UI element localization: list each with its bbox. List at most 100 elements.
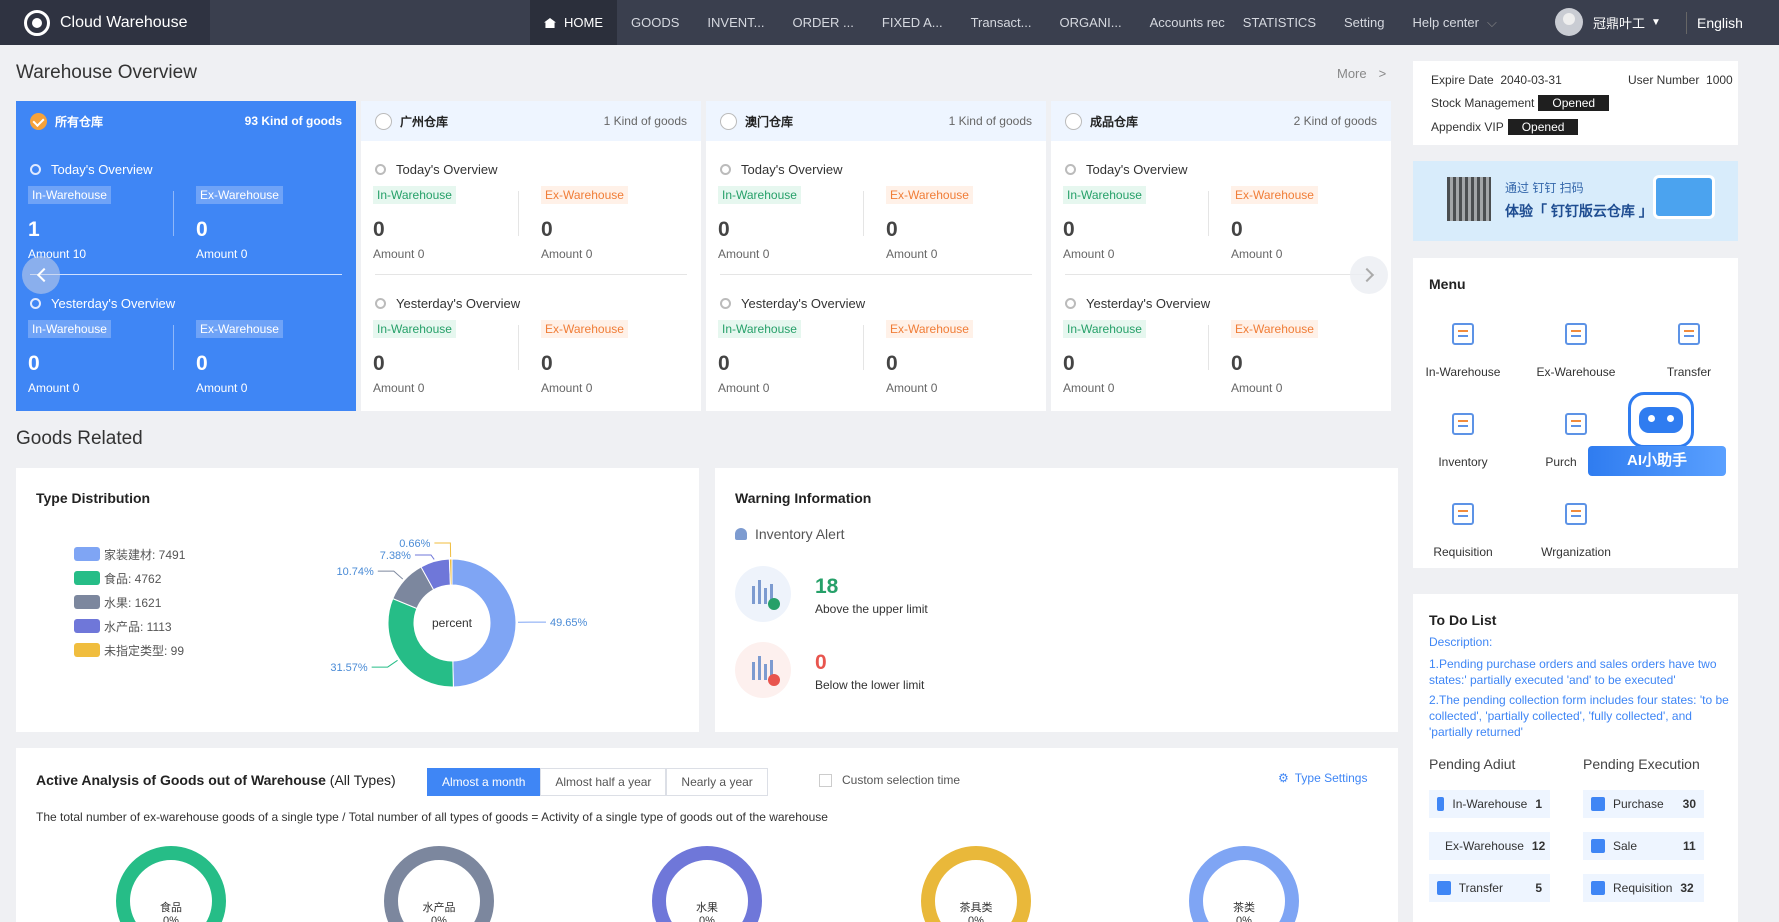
ring-type-name: 水果 [696, 902, 718, 914]
todo-count: 11 [1683, 839, 1696, 853]
ring-type-name: 茶类 [1233, 902, 1255, 914]
alarm-icon [735, 528, 747, 540]
ai-assistant-widget[interactable]: AI小助手 [1588, 380, 1728, 490]
carousel-prev-button[interactable] [22, 256, 60, 294]
donut-slice[interactable] [387, 597, 454, 688]
nav-inventory[interactable]: INVENT... [693, 0, 778, 45]
todo-desc-label: Description: [1429, 635, 1493, 649]
warehouse-card-header: 澳门仓库 1 Kind of goods [706, 101, 1046, 141]
yesterday-in-amount: Amount 0 [718, 381, 770, 395]
main-nav: HOME GOODS INVENT... ORDER ... FIXED A..… [530, 0, 1511, 45]
exec-sale[interactable]: Sale 11 [1583, 832, 1704, 860]
clock-icon [30, 164, 41, 175]
nav-statistics[interactable]: STATISTICS [1229, 0, 1330, 45]
today-ex-count: 0 [1231, 218, 1243, 241]
expire-value: 2040-03-31 [1500, 73, 1562, 87]
carousel-next-button[interactable] [1350, 256, 1388, 294]
menu-inventory[interactable]: Inventory [1413, 413, 1513, 469]
type-distribution-panel: Type Distribution 家装建材: 7491 食品: 4762 水果: … [16, 468, 699, 732]
clock-icon [375, 298, 386, 309]
radio-icon[interactable] [375, 112, 392, 130]
divider [173, 191, 174, 236]
divider [173, 325, 174, 370]
nav-fixed-assets[interactable]: FIXED A... [868, 0, 957, 45]
custom-time-checkbox[interactable]: Custom selection time [819, 773, 960, 787]
ex-warehouse-tag: Ex-Warehouse [1231, 320, 1318, 338]
warehouse-card[interactable]: 广州仓库 1 Kind of goods Today's Overview In-Wa… [361, 101, 701, 411]
warehouse-card[interactable]: 所有仓库 93 Kind of goods Today's Overview In-W… [16, 101, 356, 411]
yesterday-in-count: 0 [718, 352, 730, 375]
today-in-amount: Amount 0 [1063, 247, 1115, 261]
clock-icon [375, 164, 386, 175]
nav-organization[interactable]: ORGANI... [1046, 0, 1136, 45]
yesterday-overview-label: Yesterday's Overview [396, 296, 521, 311]
type-distribution-donut: 49.65% 31.57% 10.74% 7.38%0.66% percent [330, 538, 588, 688]
range-half-year-button[interactable]: Almost half a year [540, 768, 667, 796]
radio-icon[interactable] [1065, 112, 1082, 130]
donut-leader-line [414, 554, 435, 560]
warehouse-kinds: 2 Kind of goods [1293, 114, 1377, 128]
activity-ring-label: 水果 0% [652, 902, 762, 922]
nav-order[interactable]: ORDER ... [778, 0, 867, 45]
today-ex-amount: Amount 0 [886, 247, 938, 261]
ring-type-name: 食品 [160, 902, 182, 914]
user-number-value: 1000 [1706, 73, 1733, 87]
user-menu[interactable]: 冠鼎叶工 ▼ [1555, 8, 1661, 36]
todo-label: Requisition [1613, 881, 1673, 895]
checked-radio-icon [30, 112, 47, 130]
audit-transfer[interactable]: Transfer 5 [1429, 874, 1550, 902]
today-ex-amount: Amount 0 [196, 247, 248, 261]
menu-in-warehouse[interactable]: In-Warehouse [1413, 323, 1513, 379]
ex-warehouse-tag: Ex-Warehouse [196, 186, 283, 204]
top-navigation-bar: Cloud Warehouse HOME GOODS INVENT... ORD… [0, 0, 1779, 45]
yesterday-ex-count: 0 [196, 352, 208, 375]
menu-item-label: Requisition [1433, 545, 1493, 559]
ai-assistant-label: AI小助手 [1588, 446, 1726, 476]
more-link[interactable]: More > [1337, 66, 1386, 81]
yesterday-in-amount: Amount 0 [28, 381, 80, 395]
activity-ring-label: 茶类 0% [1189, 902, 1299, 922]
lower-limit-count[interactable]: 0 [815, 651, 827, 675]
warehouse-card[interactable]: 澳门仓库 1 Kind of goods Today's Overview In-Wa… [706, 101, 1046, 411]
sale-icon [1591, 839, 1605, 853]
nav-help-center[interactable]: Help center ⌵ [1398, 0, 1510, 45]
nav-setting[interactable]: Setting [1330, 0, 1398, 45]
range-month-button[interactable]: Almost a month [427, 768, 541, 796]
menu-ex-warehouse[interactable]: Ex-Warehouse [1526, 323, 1626, 379]
warehouse-card-header: 成品仓库 2 Kind of goods [1051, 101, 1391, 141]
goods-related-title: Goods Related [16, 428, 143, 449]
menu-transfer[interactable]: Transfer [1639, 323, 1739, 379]
warehouse-card[interactable]: 成品仓库 2 Kind of goods Today's Overview In-Wa… [1051, 101, 1391, 411]
exec-requisition[interactable]: Requisition 32 [1583, 874, 1704, 902]
nav-accounts[interactable]: Accounts rec [1136, 0, 1229, 45]
audit-in-warehouse[interactable]: In-Warehouse 1 [1429, 790, 1550, 818]
type-settings-label: Type Settings [1294, 771, 1368, 785]
todo-count: 30 [1682, 797, 1696, 811]
menu-requisition[interactable]: Requisition [1413, 503, 1513, 559]
yesterday-ex-amount: Amount 0 [196, 381, 248, 395]
type-settings-link[interactable]: ⚙ Type Settings [1278, 771, 1367, 785]
upper-limit-count[interactable]: 18 [815, 575, 838, 599]
checkbox-icon [819, 773, 832, 787]
menu-item-label: Wrganization [1541, 545, 1611, 559]
radio-icon[interactable] [720, 112, 737, 130]
lower-limit-chart-icon [735, 642, 791, 698]
dingtalk-banner[interactable]: 通过 钉钉 扫码 体验「 钉钉版云仓库 」 [1413, 161, 1738, 241]
upper-limit-label: Above the upper limit [815, 602, 928, 616]
nav-goods[interactable]: GOODS [617, 0, 693, 45]
nav-transactions[interactable]: Transact... [957, 0, 1046, 45]
exec-purchase[interactable]: Purchase 30 [1583, 790, 1704, 818]
yesterday-ex-amount: Amount 0 [541, 381, 593, 395]
language-switch[interactable]: English [1686, 12, 1743, 34]
warehouse-name: 所有仓库 [55, 114, 104, 129]
app-title: Cloud Warehouse [60, 13, 188, 31]
divider [863, 325, 864, 370]
logo[interactable]: Cloud Warehouse [0, 0, 210, 45]
nav-home[interactable]: HOME [530, 0, 617, 45]
audit-ex-warehouse[interactable]: Ex-Warehouse 12 [1429, 832, 1550, 860]
clock-icon [1065, 164, 1076, 175]
todo-label: Transfer [1458, 881, 1503, 895]
range-year-button[interactable]: Nearly a year [666, 768, 768, 796]
menu-organization[interactable]: Wrganization [1526, 503, 1626, 559]
pending-execution-title: Pending Execution [1583, 756, 1700, 772]
